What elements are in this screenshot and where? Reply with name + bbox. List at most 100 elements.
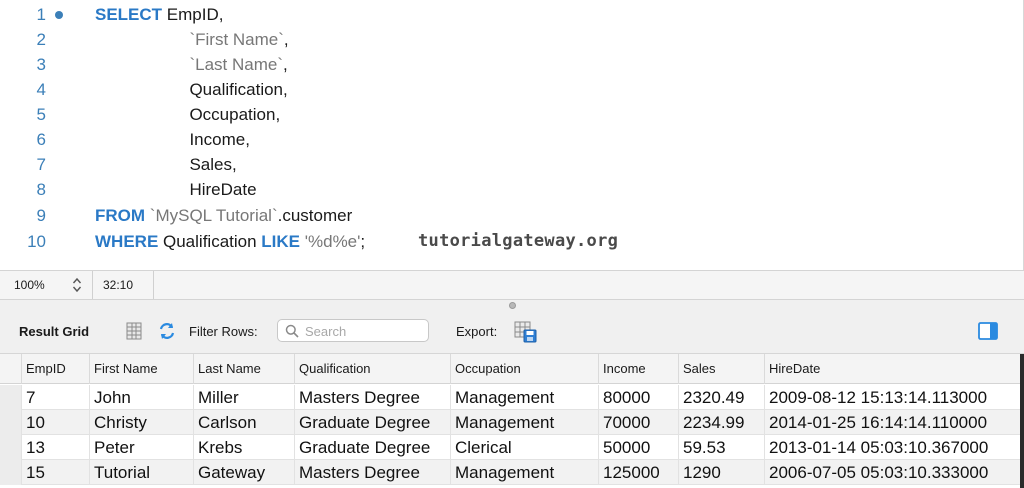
line-number: 3: [36, 55, 46, 74]
cell[interactable]: 50000: [598, 435, 678, 460]
cell[interactable]: Clerical: [450, 435, 598, 460]
cell[interactable]: Graduate Degree: [294, 410, 450, 435]
cell[interactable]: 13: [21, 435, 89, 460]
cell[interactable]: 70000: [598, 410, 678, 435]
splitter-handle[interactable]: [509, 302, 516, 309]
code-line: 8 HireDate: [0, 177, 1024, 202]
grid-icon[interactable]: [124, 321, 144, 341]
cell[interactable]: 2320.49: [678, 385, 764, 410]
cell[interactable]: Management: [450, 385, 598, 410]
cell[interactable]: Graduate Degree: [294, 435, 450, 460]
cell[interactable]: John: [89, 385, 193, 410]
export-label: Export:: [456, 324, 498, 339]
column-header[interactable]: HireDate: [764, 354, 1020, 384]
search-input[interactable]: [305, 323, 425, 339]
code-text: Occupation,: [95, 105, 281, 124]
table-row[interactable]: 15 Tutorial Gateway Masters Degree Manag…: [0, 460, 1020, 485]
filter-rows-label: Filter Rows:: [189, 324, 258, 339]
zoom-selector[interactable]: 100%: [0, 271, 93, 299]
result-toolbar: Result Grid Filter Rows: Export:: [0, 310, 1024, 354]
line-number: 7: [36, 155, 46, 174]
line-number: 6: [36, 130, 46, 149]
code-text: `Last Name`,: [189, 55, 288, 74]
code-text: HireDate: [95, 180, 257, 199]
refresh-icon[interactable]: [157, 321, 177, 341]
table-row[interactable]: 7 John Miller Masters Degree Management …: [0, 385, 1020, 410]
panel-toggle-icon[interactable]: [978, 322, 998, 342]
stepper-icon[interactable]: [72, 277, 82, 293]
vertical-scrollbar[interactable]: [1020, 354, 1024, 488]
cell[interactable]: Peter: [89, 435, 193, 460]
column-header[interactable]: Income: [598, 354, 678, 384]
search-icon: [285, 324, 299, 338]
column-header[interactable]: Last Name: [193, 354, 294, 384]
cell[interactable]: 2009-08-12 15:13:14.113000: [764, 385, 1020, 410]
code-text: Qualification,: [95, 80, 288, 99]
column-header[interactable]: EmpID: [21, 354, 89, 384]
line-number: 8: [36, 180, 46, 199]
grid-header: EmpID First Name Last Name Qualification…: [0, 354, 1020, 384]
cell[interactable]: 2006-07-05 05:03:10.333000: [764, 460, 1020, 485]
row-header[interactable]: [0, 435, 22, 460]
cell[interactable]: Management: [450, 460, 598, 485]
sql-editor[interactable]: 1 SELECT EmpID, 2 `First Name`, 3 `Last …: [0, 0, 1024, 270]
line-number: 10: [27, 232, 46, 251]
code-line: 6 Income,: [0, 127, 1024, 152]
result-grid[interactable]: EmpID First Name Last Name Qualification…: [0, 354, 1024, 488]
column-header[interactable]: Sales: [678, 354, 764, 384]
cell[interactable]: 2234.99: [678, 410, 764, 435]
code-line: 1 SELECT EmpID,: [0, 2, 1024, 27]
code-text: `First Name`,: [189, 30, 289, 49]
cell[interactable]: Miller: [193, 385, 294, 410]
line-number: 1: [36, 5, 46, 24]
code-line: 9 FROM `MySQL Tutorial`.customer: [0, 203, 1024, 228]
cell[interactable]: Masters Degree: [294, 460, 450, 485]
cell[interactable]: 125000: [598, 460, 678, 485]
cell[interactable]: Management: [450, 410, 598, 435]
code-line: 4 Qualification,: [0, 77, 1024, 102]
code-text: SELECT EmpID,: [95, 5, 224, 24]
column-header[interactable]: Qualification: [294, 354, 450, 384]
cell[interactable]: 7: [21, 385, 89, 410]
cell[interactable]: 10: [21, 410, 89, 435]
cell[interactable]: 80000: [598, 385, 678, 410]
code-text: WHERE Qualification LIKE '%d%e';: [95, 232, 366, 251]
row-header[interactable]: [0, 460, 22, 485]
pane-splitter[interactable]: [0, 300, 1024, 310]
cell[interactable]: Carlson: [193, 410, 294, 435]
cursor-position: 32:10: [93, 271, 154, 299]
code-line: 7 Sales,: [0, 152, 1024, 177]
row-header[interactable]: [0, 410, 22, 435]
result-grid-label[interactable]: Result Grid: [19, 324, 89, 339]
column-header[interactable]: First Name: [89, 354, 193, 384]
cell[interactable]: Krebs: [193, 435, 294, 460]
zoom-value: 100%: [14, 278, 45, 292]
cell[interactable]: Christy: [89, 410, 193, 435]
cursor-position-value: 32:10: [103, 278, 134, 292]
cell[interactable]: 59.53: [678, 435, 764, 460]
editor-status-bar: 100% 32:10: [0, 270, 1024, 300]
code-text: Income,: [95, 130, 250, 149]
code-text: FROM `MySQL Tutorial`.customer: [95, 206, 353, 225]
search-box[interactable]: [277, 319, 429, 342]
table-row[interactable]: 13 Peter Krebs Graduate Degree Clerical …: [0, 435, 1020, 460]
watermark: tutorialgateway.org: [418, 231, 619, 251]
line-number: 2: [36, 30, 46, 49]
code-line: 5 Occupation,: [0, 102, 1024, 127]
cell[interactable]: Masters Degree: [294, 385, 450, 410]
line-number: 4: [36, 80, 46, 99]
export-icon[interactable]: [514, 321, 537, 343]
cell[interactable]: 1290: [678, 460, 764, 485]
cell[interactable]: Tutorial: [89, 460, 193, 485]
table-row[interactable]: 10 Christy Carlson Graduate Degree Manag…: [0, 410, 1020, 435]
cell[interactable]: Gateway: [193, 460, 294, 485]
cell[interactable]: 2013-01-14 05:03:10.367000: [764, 435, 1020, 460]
cell[interactable]: 2014-01-25 16:14:14.110000: [764, 410, 1020, 435]
code-line: 2 `First Name`,: [0, 27, 1024, 52]
breakpoint-dot[interactable]: [55, 11, 63, 19]
column-header[interactable]: Occupation: [450, 354, 598, 384]
row-header[interactable]: [0, 385, 22, 410]
cell[interactable]: 15: [21, 460, 89, 485]
code-line: 3 `Last Name`,: [0, 52, 1024, 77]
code-text: Sales,: [95, 155, 237, 174]
